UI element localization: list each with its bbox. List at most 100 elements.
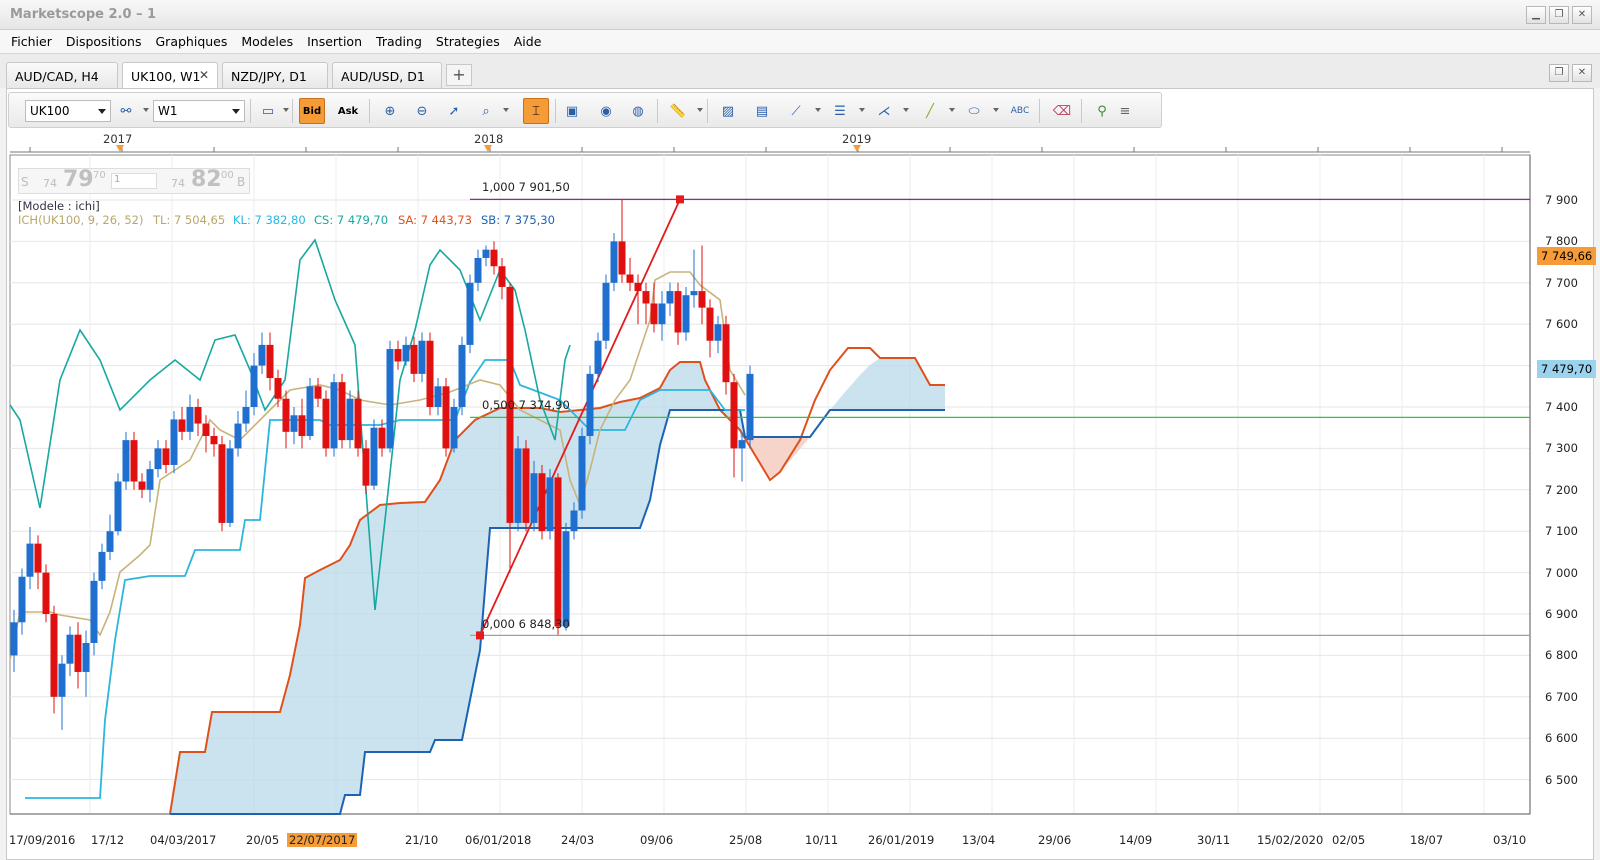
date-tick-label: 30/11	[1197, 833, 1231, 847]
tab-label: UK100, W1	[131, 69, 201, 84]
title-bar: Marketscope 2.0 – 1 ▁ ❐ ✕	[0, 0, 1600, 30]
dropdown-arrow-icon[interactable]	[815, 108, 821, 112]
price-tick-label: 7 700	[1545, 275, 1578, 290]
ichimoku-name: ICH(UK100, 9, 26, 52)	[18, 213, 144, 227]
dropdown-arrow-icon[interactable]	[143, 108, 149, 112]
instrument-compare-icon[interactable]: ⚯	[113, 98, 139, 124]
dropdown-arrow-icon[interactable]	[859, 108, 865, 112]
ask-price: 82	[191, 167, 222, 192]
ruler-icon[interactable]: 📏	[665, 98, 691, 124]
bid-price: 79	[63, 167, 94, 192]
close-tab-icon[interactable]: ✕	[199, 68, 209, 82]
tab-restore-button[interactable]: ❐	[1549, 64, 1569, 82]
eraser-icon[interactable]: ⌫	[1049, 98, 1075, 124]
pen-icon[interactable]: ╱	[917, 98, 943, 124]
chart-type-icon[interactable]: ▭	[255, 98, 281, 124]
price-tick-label: 7 000	[1545, 565, 1578, 580]
zoom-box-icon[interactable]: ⌕	[473, 98, 499, 124]
date-tick-label: 29/06	[1038, 833, 1072, 847]
close-button[interactable]: ✕	[1572, 6, 1592, 24]
ellipse-icon[interactable]: ⬭	[961, 98, 987, 124]
tenkan-value: TL: 7 504,65	[153, 213, 226, 227]
price-tick-label: 6 700	[1545, 689, 1578, 704]
picture-icon[interactable]: ▨	[715, 98, 741, 124]
quote-box: S 74 79 70 1 74 82 00 B	[18, 167, 250, 194]
price-tick-label: 7 200	[1545, 482, 1578, 497]
span-b-value: SB: 7 375,30	[481, 213, 555, 227]
minimize-button[interactable]: ▁	[1526, 6, 1546, 24]
text-label-icon[interactable]: ABC	[1007, 98, 1033, 124]
bid-prefix: 74	[43, 177, 57, 190]
tab-aud-usd[interactable]: AUD/USD, D1	[332, 62, 442, 88]
indicator-window-icon[interactable]: ▤	[749, 98, 775, 124]
zoom-out-icon[interactable]: ⊖	[409, 98, 435, 124]
buy-label: B	[237, 175, 246, 189]
zoom-in-icon[interactable]: ⊕	[377, 98, 403, 124]
pointer-icon[interactable]: ➚	[441, 98, 467, 124]
dropdown-arrow-icon[interactable]	[283, 108, 289, 112]
dropdown-arrow-icon[interactable]	[949, 108, 955, 112]
ask-button[interactable]: Ask	[335, 98, 361, 124]
model-label: [Modele : ichi]	[18, 199, 100, 213]
add-tab-button[interactable]: +	[446, 64, 472, 86]
year-label: 2017	[103, 132, 133, 146]
dropdown-arrow-icon[interactable]	[903, 108, 909, 112]
tab-uk100[interactable]: UK100, W1 ✕	[122, 62, 218, 88]
menu-trading[interactable]: Trading	[369, 34, 429, 49]
window-title: Marketscope 2.0 – 1	[10, 7, 157, 22]
date-tick-label: 25/08	[729, 833, 763, 847]
restore-button[interactable]: ❐	[1549, 6, 1569, 24]
dropdown-arrow-icon[interactable]	[503, 108, 509, 112]
dropdown-arrow-icon[interactable]	[993, 108, 999, 112]
price-tick-label: 7 400	[1545, 400, 1578, 414]
crosshair-icon[interactable]: ⌶	[523, 98, 549, 124]
date-tick-label: 02/05	[1332, 833, 1366, 847]
more-tools-icon[interactable]: ≡	[1117, 98, 1133, 124]
date-tick-label: 03/10	[1493, 833, 1527, 847]
chikou-value: CS: 7 479,70	[314, 213, 389, 227]
chart-toolbar: UK100 ⚯ W1 ▭ Bid Ask ⊕ ⊖ ➚ ⌕ ⌶ ▣ ◉ ◍ 📏 ▨…	[8, 92, 1162, 128]
menu-bar: Fichier Dispositions Graphiques Modeles …	[0, 30, 1600, 54]
timeframe-value: W1	[158, 104, 178, 118]
kijun-value: KL: 7 382,80	[233, 213, 306, 227]
date-tick-label: 06/01/2018	[465, 833, 532, 847]
timeframe-select[interactable]: W1	[153, 100, 245, 122]
menu-graphiques[interactable]: Graphiques	[149, 34, 235, 49]
year-axis: 2017 2018 2019	[8, 128, 1538, 150]
tab-close-button[interactable]: ✕	[1572, 64, 1592, 82]
price-tick-label: 7 300	[1545, 441, 1578, 456]
instrument-select[interactable]: UK100	[25, 100, 111, 122]
tab-nzd-jpy[interactable]: NZD/JPY, D1	[222, 62, 328, 88]
price-tick-label: 6 900	[1545, 607, 1578, 621]
hierarchy-icon[interactable]: ⚲	[1089, 98, 1115, 124]
fan-tools-icon[interactable]: ⋌	[871, 98, 897, 124]
tab-bar: AUD/CAD, H4 UK100, W1 ✕ NZD/JPY, D1 AUD/U…	[0, 54, 1600, 88]
dropdown-arrow-icon[interactable]	[697, 108, 703, 112]
bid-button[interactable]: Bid	[299, 98, 325, 124]
date-tick-label: 15/02/2020	[1257, 833, 1324, 847]
visibility-icon[interactable]: ◉	[593, 98, 619, 124]
chart-settings-icon[interactable]: ▣	[559, 98, 585, 124]
sell-label: S	[21, 175, 29, 189]
menu-insertion[interactable]: Insertion	[300, 34, 369, 49]
menu-aide[interactable]: Aide	[507, 34, 549, 49]
date-tick-label: 22/07/2017	[287, 833, 358, 847]
amount-input[interactable]: 1	[111, 173, 157, 189]
chikou-price-tag: 7 479,70	[1537, 360, 1597, 378]
date-tick-label: 24/03	[561, 833, 595, 847]
menu-fichier[interactable]: Fichier	[4, 34, 59, 49]
menu-strategies[interactable]: Strategies	[429, 34, 507, 49]
ask-prefix: 74	[171, 177, 185, 190]
menu-dispositions[interactable]: Dispositions	[59, 34, 149, 49]
date-tick-label: 17/09/2016	[9, 833, 76, 847]
menu-modeles[interactable]: Modeles	[234, 34, 300, 49]
trendline-tools-icon[interactable]: ⟋	[783, 98, 809, 124]
horizontal-lines-icon[interactable]: ☰	[827, 98, 853, 124]
tab-aud-cad[interactable]: AUD/CAD, H4	[6, 62, 118, 88]
price-tick-label: 7 100	[1545, 524, 1578, 539]
current-price-tag: 7 749,66	[1537, 247, 1597, 265]
date-tick-label: 10/11	[805, 833, 839, 847]
date-tick-label: 09/06	[640, 833, 674, 847]
price-tick-label: 7 900	[1545, 193, 1578, 207]
globe-icon[interactable]: ◍	[625, 98, 651, 124]
